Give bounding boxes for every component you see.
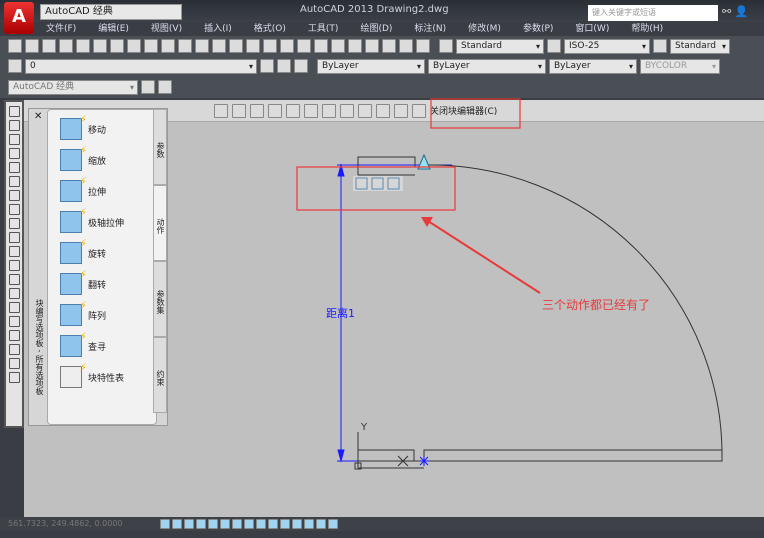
snap-icon[interactable] xyxy=(172,519,182,529)
insert-block-icon[interactable] xyxy=(8,260,20,271)
grid-icon[interactable] xyxy=(184,519,194,529)
item-label: 极轴拉伸 xyxy=(88,218,125,229)
transparency-icon[interactable] xyxy=(292,519,302,529)
annotation-arrow xyxy=(427,220,541,294)
lookup-icon xyxy=(60,330,87,357)
quick-properties-icon[interactable] xyxy=(304,519,314,529)
revcloud-icon[interactable] xyxy=(8,204,20,215)
mtext-icon[interactable] xyxy=(8,358,20,369)
palette-title: 块编写选项板 - 所有选项板 xyxy=(35,299,44,395)
palette-item-rotate[interactable]: 旋转 xyxy=(60,237,107,264)
ucs-y-label: Y xyxy=(360,422,368,433)
item-label: 拉伸 xyxy=(88,187,107,198)
palette-body: 移动 缩放 拉伸 极轴拉伸 旋转 翻转 阵列 查寻 块特性表 xyxy=(47,109,157,425)
palette-item-flip[interactable]: 翻转 xyxy=(60,268,107,295)
gradient-icon[interactable] xyxy=(8,316,20,327)
palette-item-stretch[interactable]: 拉伸 xyxy=(60,175,107,202)
tab-parameters[interactable]: 参数 xyxy=(153,109,167,185)
annotation-monitor-icon[interactable] xyxy=(328,519,338,529)
dim-label: 距离1 xyxy=(326,306,355,320)
item-label: 查寻 xyxy=(88,342,107,353)
close-icon[interactable]: ✕ xyxy=(34,111,42,122)
spline-icon[interactable] xyxy=(8,218,20,229)
item-label: 块特性表 xyxy=(88,373,125,384)
polar-icon[interactable] xyxy=(208,519,218,529)
palette-item-block-table[interactable]: 块特性表 xyxy=(60,361,125,388)
item-label: 移动 xyxy=(88,125,107,136)
palette-item-polar-stretch[interactable]: 极轴拉伸 xyxy=(60,206,125,233)
3dosnap-icon[interactable] xyxy=(232,519,242,529)
coordinates-readout: 561.7323, 249.4862, 0.0000 xyxy=(8,519,123,528)
item-label: 缩放 xyxy=(88,156,107,167)
tab-parameter-sets[interactable]: 参数集 xyxy=(153,261,167,337)
item-label: 阵列 xyxy=(88,311,107,322)
tab-constraints[interactable]: 约束 xyxy=(153,337,167,413)
make-block-icon[interactable] xyxy=(8,274,20,285)
point-icon[interactable] xyxy=(8,288,20,299)
line-icon[interactable] xyxy=(8,106,20,117)
ellipse-arc-icon[interactable] xyxy=(8,246,20,257)
polygon-icon[interactable] xyxy=(8,148,20,159)
circle-icon[interactable] xyxy=(8,190,20,201)
block-table-icon xyxy=(60,361,87,388)
arc-icon[interactable] xyxy=(8,176,20,187)
palette-item-array[interactable]: 阵列 xyxy=(60,299,107,326)
item-label: 翻转 xyxy=(88,280,107,291)
polyline-icon[interactable] xyxy=(8,134,20,145)
table-icon[interactable] xyxy=(8,344,20,355)
rectangle-icon[interactable] xyxy=(8,162,20,173)
annotation-text: 三个动作都已经有了 xyxy=(542,298,650,312)
polar-stretch-icon xyxy=(60,206,87,233)
ducs-icon[interactable] xyxy=(256,519,266,529)
ortho-icon[interactable] xyxy=(196,519,206,529)
flip-icon xyxy=(60,268,87,295)
xline-icon[interactable] xyxy=(8,120,20,131)
region-icon[interactable] xyxy=(8,330,20,341)
palette-item-lookup[interactable]: 查寻 xyxy=(60,330,107,357)
block-authoring-palette: ✕ 块编写选项板 - 所有选项板 移动 缩放 拉伸 极轴拉伸 旋转 翻转 阵列 … xyxy=(28,108,168,426)
array-icon xyxy=(60,299,87,326)
base-point-icon xyxy=(419,456,429,466)
move-icon xyxy=(60,113,87,140)
palette-item-scale[interactable]: 缩放 xyxy=(60,144,107,171)
hatch-icon[interactable] xyxy=(8,302,20,313)
dyn-icon[interactable] xyxy=(268,519,278,529)
osnap-icon[interactable] xyxy=(220,519,230,529)
selection-cycling-icon[interactable] xyxy=(316,519,326,529)
otrack-icon[interactable] xyxy=(244,519,254,529)
add-selected-icon[interactable] xyxy=(8,372,20,383)
rotate-icon xyxy=(60,237,87,264)
block-geometry xyxy=(357,156,723,469)
infer-icon[interactable] xyxy=(160,519,170,529)
lineweight-icon[interactable] xyxy=(280,519,290,529)
close-editor-highlight xyxy=(430,98,521,129)
scale-icon xyxy=(60,144,87,171)
tab-actions[interactable]: 动作 xyxy=(153,185,167,261)
ellipse-icon[interactable] xyxy=(8,232,20,243)
item-label: 旋转 xyxy=(88,249,107,260)
palette-item-move[interactable]: 移动 xyxy=(60,113,107,140)
stretch-icon xyxy=(60,175,87,202)
draw-toolbar xyxy=(4,100,24,428)
